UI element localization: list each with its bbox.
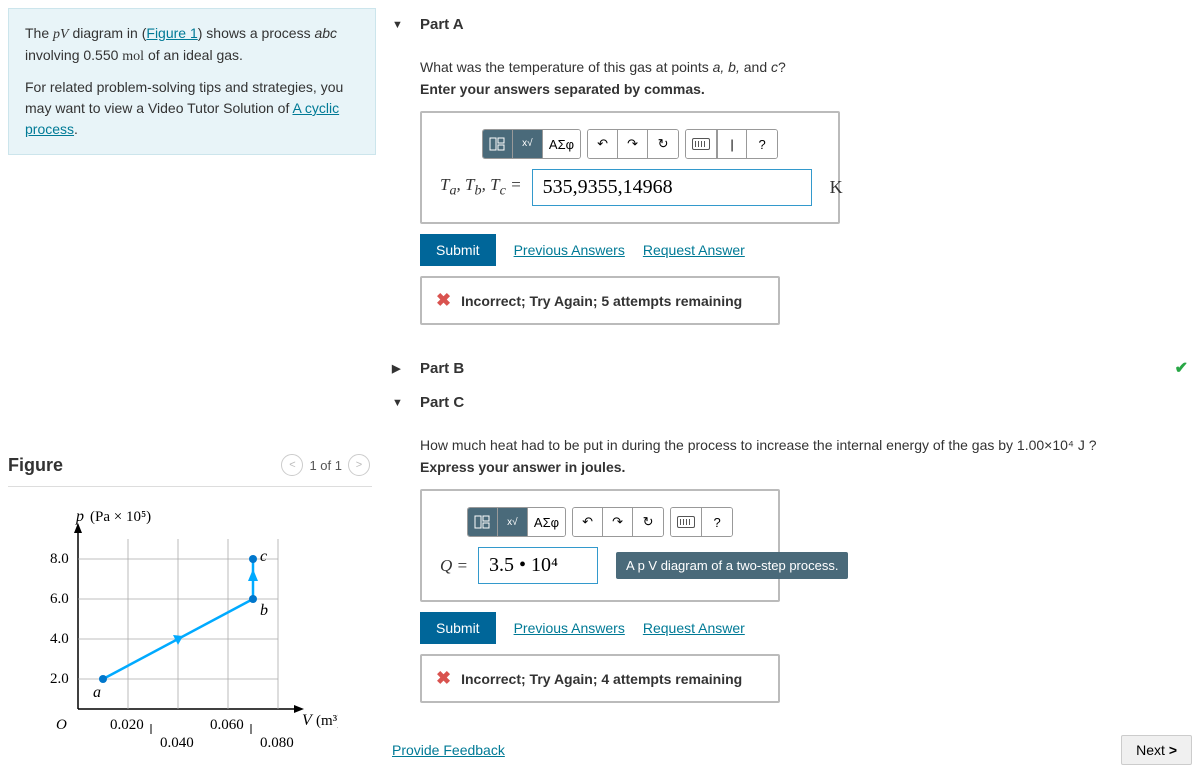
svg-text:b: b (260, 602, 268, 619)
svg-text:4.0: 4.0 (50, 631, 69, 647)
pipe-icon[interactable]: | (717, 130, 747, 158)
svg-text:8.0: 8.0 (50, 551, 69, 567)
part-c-question: How much heat had to be put in during th… (420, 437, 1196, 453)
svg-text:0.040: 0.040 (160, 735, 194, 751)
part-a-instruction: Enter your answers separated by commas. (420, 81, 1196, 97)
greek-letters-button[interactable]: ΑΣφ (528, 508, 565, 536)
undo-icon[interactable]: ↶ (573, 508, 603, 536)
caret-down-icon: ▼ (392, 397, 406, 409)
part-a-question: What was the temperature of this gas at … (420, 59, 1196, 75)
greek-letters-button[interactable]: ΑΣφ (543, 130, 580, 158)
redo-icon[interactable]: ↷ (618, 130, 648, 158)
svg-text:0.060: 0.060 (210, 717, 244, 733)
feedback-box-c: ✖ Incorrect; Try Again; 4 attempts remai… (420, 654, 780, 703)
part-b-header[interactable]: ▶ Part B ✔ (392, 349, 1196, 386)
request-answer-link[interactable]: Request Answer (643, 242, 745, 258)
part-c-header[interactable]: ▼ Part C (392, 386, 1196, 419)
tooltip: A p V diagram of a two-step process. (616, 552, 848, 579)
problem-statement: The pV diagram in (Figure 1) shows a pro… (8, 8, 376, 155)
part-a-header[interactable]: ▼ Part A (392, 8, 1196, 41)
pager-next[interactable]: > (348, 454, 370, 476)
svg-text:(m³): (m³) (316, 713, 338, 729)
submit-button[interactable]: Submit (420, 234, 496, 266)
answer-label-c: Q = (440, 556, 468, 576)
figure-title: Figure (8, 455, 63, 476)
check-icon: ✔ (1175, 358, 1188, 378)
figure-pager: < 1 of 1 > (281, 454, 370, 476)
provide-feedback-link[interactable]: Provide Feedback (392, 742, 505, 758)
svg-text:2.0: 2.0 (50, 671, 69, 687)
svg-text:0.020: 0.020 (110, 717, 144, 733)
svg-text:O: O (56, 717, 67, 733)
template-icon[interactable] (483, 130, 513, 158)
svg-text:V: V (302, 712, 314, 729)
x-icon: ✖ (436, 668, 451, 689)
keyboard-icon[interactable] (671, 508, 702, 536)
reset-icon[interactable]: ↻ (633, 508, 663, 536)
pager-prev[interactable]: < (281, 454, 303, 476)
formula-toolbar: x√ ΑΣφ ↶ ↷ ↻ | ? (440, 129, 820, 159)
pv-diagram: a b c 8.0 6.0 4.0 2.0 O 0.020 0.040 0.06… (8, 499, 338, 759)
feedback-box-a: ✖ Incorrect; Try Again; 5 attempts remai… (420, 276, 780, 325)
svg-text:a: a (93, 684, 101, 701)
keyboard-icon[interactable] (686, 130, 717, 158)
answer-input-a[interactable] (532, 169, 812, 206)
undo-icon[interactable]: ↶ (588, 130, 618, 158)
caret-down-icon: ▼ (392, 19, 406, 31)
figure-link[interactable]: Figure 1 (146, 25, 197, 41)
fraction-icon[interactable]: x√ (513, 130, 543, 158)
answer-input-c[interactable] (478, 547, 598, 584)
help-button[interactable]: ? (747, 130, 777, 158)
template-icon[interactable] (468, 508, 498, 536)
next-button[interactable]: Next > (1121, 735, 1192, 765)
help-button[interactable]: ? (702, 508, 732, 536)
part-c-instruction: Express your answer in joules. (420, 459, 1196, 475)
svg-text:p: p (75, 508, 84, 525)
svg-text:6.0: 6.0 (50, 591, 69, 607)
x-icon: ✖ (436, 290, 451, 311)
svg-text:(Pa × 10⁵): (Pa × 10⁵) (90, 509, 151, 525)
previous-answers-link-c[interactable]: Previous Answers (514, 620, 625, 636)
submit-button-c[interactable]: Submit (420, 612, 496, 644)
answer-label-a: Ta, Tb, Tc = (440, 175, 522, 199)
formula-toolbar-c: x√ ΑΣφ ↶ ↷ ↻ ? (440, 507, 760, 537)
fraction-icon[interactable]: x√ (498, 508, 528, 536)
request-answer-link-c[interactable]: Request Answer (643, 620, 745, 636)
svg-text:c: c (260, 548, 267, 565)
unit-kelvin: K (830, 177, 843, 198)
svg-text:0.080: 0.080 (260, 735, 294, 751)
caret-right-icon: ▶ (392, 362, 406, 375)
redo-icon[interactable]: ↷ (603, 508, 633, 536)
reset-icon[interactable]: ↻ (648, 130, 678, 158)
previous-answers-link[interactable]: Previous Answers (514, 242, 625, 258)
